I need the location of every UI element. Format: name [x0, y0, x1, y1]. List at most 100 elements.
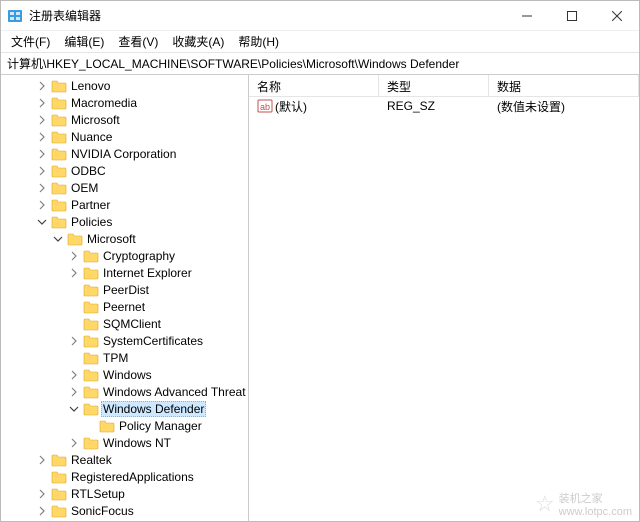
tree-node-policies[interactable]: Policies: [3, 213, 248, 230]
menu-file[interactable]: 文件(F): [5, 31, 56, 52]
list-row[interactable]: ab (默认) REG_SZ(数值未设置): [249, 97, 639, 115]
chevron-right-icon[interactable]: [35, 164, 49, 178]
menu-favorites[interactable]: 收藏夹(A): [166, 31, 230, 52]
chevron-right-icon[interactable]: [35, 130, 49, 144]
chevron-right-icon[interactable]: [67, 266, 81, 280]
maximize-button[interactable]: [549, 1, 594, 31]
chevron-right-icon[interactable]: [35, 96, 49, 110]
chevron-right-icon[interactable]: [35, 79, 49, 93]
folder-icon: [51, 79, 67, 93]
content-area: LenovoMacromediaMicrosoftNuanceNVIDIA Co…: [1, 75, 639, 521]
chevron-right-icon[interactable]: [35, 487, 49, 501]
col-header-type[interactable]: 类型: [379, 75, 489, 96]
tree-node-label: OEM: [69, 181, 100, 195]
tree-node-peerdist[interactable]: PeerDist: [3, 281, 248, 298]
chevron-right-icon[interactable]: [67, 385, 81, 399]
chevron-right-icon[interactable]: [67, 368, 81, 382]
chevron-right-icon[interactable]: [35, 147, 49, 161]
address-path: 计算机\HKEY_LOCAL_MACHINE\SOFTWARE\Policies…: [7, 55, 459, 72]
tree-node-odbc[interactable]: ODBC: [3, 162, 248, 179]
tree-node-label: Windows NT: [101, 436, 173, 450]
folder-icon: [83, 368, 99, 382]
chevron-right-icon[interactable]: [67, 334, 81, 348]
tree-node-windows[interactable]: Windows: [3, 366, 248, 383]
chevron-down-icon[interactable]: [35, 215, 49, 229]
tree-node-oem[interactable]: OEM: [3, 179, 248, 196]
chevron-right-icon[interactable]: [67, 249, 81, 263]
value-data: (数值未设置): [489, 98, 639, 115]
tree-node-policy-manager[interactable]: Policy Manager: [3, 417, 248, 434]
address-bar[interactable]: 计算机\HKEY_LOCAL_MACHINE\SOFTWARE\Policies…: [1, 53, 639, 75]
chevron-down-icon[interactable]: [51, 232, 65, 246]
tree-node-label: NVIDIA Corporation: [69, 147, 178, 161]
tree-node-label: Microsoft: [85, 232, 138, 246]
tree-node-internet-explorer[interactable]: Internet Explorer: [3, 264, 248, 281]
folder-icon: [83, 249, 99, 263]
window-controls: [504, 1, 639, 31]
folder-icon: [67, 232, 83, 246]
chevron-right-icon[interactable]: [35, 113, 49, 127]
value-name: (默认): [275, 98, 307, 115]
tree-node-partner[interactable]: Partner: [3, 196, 248, 213]
tree-node-systemcertificates[interactable]: SystemCertificates: [3, 332, 248, 349]
tree-node-label: Realtek: [69, 453, 114, 467]
tree-node-microsoft[interactable]: Microsoft: [3, 111, 248, 128]
tree-node-label: Windows Defender: [101, 401, 206, 417]
tree-node-realtek[interactable]: Realtek: [3, 451, 248, 468]
chevron-right-icon[interactable]: [35, 181, 49, 195]
tree-node-sonicfocus[interactable]: SonicFocus: [3, 502, 248, 519]
tree-node-nvidia-corporation[interactable]: NVIDIA Corporation: [3, 145, 248, 162]
window-title: 注册表编辑器: [29, 7, 504, 24]
tree-node-windows-advanced-threat-protection[interactable]: Windows Advanced Threat Protection: [3, 383, 248, 400]
folder-icon: [83, 283, 99, 297]
col-header-name[interactable]: 名称: [249, 75, 379, 96]
folder-icon: [83, 436, 99, 450]
tree-node-tpm[interactable]: TPM: [3, 349, 248, 366]
tree-node-label: TPM: [101, 351, 130, 365]
folder-icon: [83, 385, 99, 399]
folder-icon: [51, 470, 67, 484]
chevron-down-icon[interactable]: [67, 402, 81, 416]
list-pane[interactable]: 名称 类型 数据 ab (默认) REG_SZ(数值未设置): [249, 75, 639, 521]
folder-icon: [83, 351, 99, 365]
tree-node-label: Windows: [101, 368, 154, 382]
tree-node-windows-defender[interactable]: Windows Defender: [3, 400, 248, 417]
tree-node-lenovo[interactable]: Lenovo: [3, 77, 248, 94]
tree-node-macromedia[interactable]: Macromedia: [3, 94, 248, 111]
col-header-data[interactable]: 数据: [489, 75, 639, 96]
chevron-right-icon[interactable]: [67, 436, 81, 450]
tree-node-peernet[interactable]: Peernet: [3, 298, 248, 315]
chevron-right-icon[interactable]: [35, 198, 49, 212]
menu-help[interactable]: 帮助(H): [232, 31, 285, 52]
tree-node-windows-nt[interactable]: Windows NT: [3, 434, 248, 451]
folder-icon: [99, 419, 115, 433]
tree-node-label: Internet Explorer: [101, 266, 194, 280]
menu-view[interactable]: 查看(V): [112, 31, 164, 52]
folder-icon: [51, 164, 67, 178]
tree-node-label: Microsoft: [69, 113, 122, 127]
tree-node-sqmclient[interactable]: SQMClient: [3, 315, 248, 332]
tree-node-cryptography[interactable]: Cryptography: [3, 247, 248, 264]
tree-node-nuance[interactable]: Nuance: [3, 128, 248, 145]
svg-text:ab: ab: [260, 102, 270, 112]
folder-icon: [51, 113, 67, 127]
chevron-right-icon[interactable]: [35, 504, 49, 518]
chevron-right-icon[interactable]: [35, 453, 49, 467]
folder-icon: [51, 96, 67, 110]
value-type: REG_SZ: [379, 99, 489, 113]
tree-node-label: PeerDist: [101, 283, 151, 297]
folder-icon: [51, 198, 67, 212]
tree-node-label: SonicFocus: [69, 504, 136, 518]
folder-icon: [51, 504, 67, 518]
tree-node-microsoft[interactable]: Microsoft: [3, 230, 248, 247]
regedit-icon: [7, 8, 23, 24]
tree-node-label: Peernet: [101, 300, 147, 314]
close-button[interactable]: [594, 1, 639, 31]
tree-node-rtlsetup[interactable]: RTLSetup: [3, 485, 248, 502]
tree-node-label: Macromedia: [69, 96, 139, 110]
menu-edit[interactable]: 编辑(E): [58, 31, 110, 52]
folder-icon: [51, 215, 67, 229]
minimize-button[interactable]: [504, 1, 549, 31]
tree-pane[interactable]: LenovoMacromediaMicrosoftNuanceNVIDIA Co…: [1, 75, 249, 521]
tree-node-registeredapplications[interactable]: RegisteredApplications: [3, 468, 248, 485]
